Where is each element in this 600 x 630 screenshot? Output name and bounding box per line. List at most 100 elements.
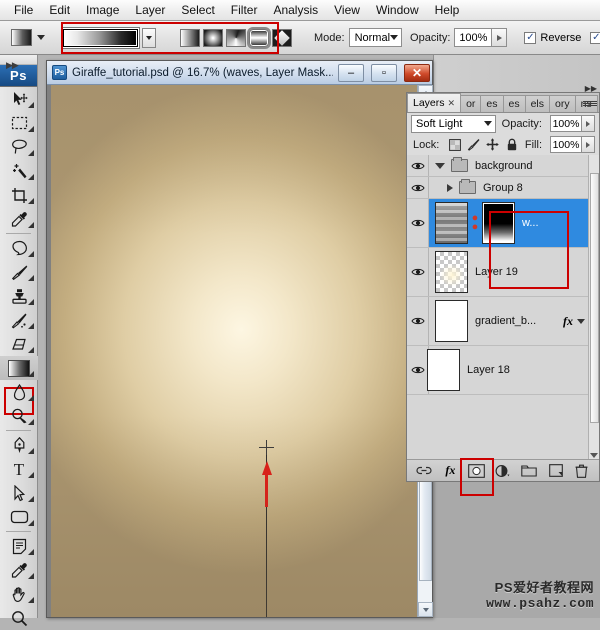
- gradient-type-angle-icon[interactable]: [226, 28, 246, 47]
- panel-menu-icon[interactable]: [583, 96, 597, 110]
- maximize-button[interactable]: ▫: [371, 63, 397, 82]
- tab-color[interactable]: or: [460, 95, 482, 112]
- layer-effects-fx-icon[interactable]: fx: [563, 314, 573, 329]
- layer-visibility-toggle[interactable]: [407, 346, 429, 394]
- tab-paths[interactable]: es: [502, 95, 526, 112]
- crop-tool[interactable]: [0, 183, 38, 207]
- add-layer-mask-button[interactable]: [468, 463, 486, 479]
- dither-checkbox[interactable]: ✓: [590, 31, 600, 44]
- dither-checkbox-group[interactable]: ✓: [590, 31, 600, 44]
- layers-vertical-scrollbar[interactable]: [588, 155, 599, 459]
- blend-mode-select[interactable]: Normal: [348, 28, 403, 47]
- scroll-down-arrow-icon[interactable]: [418, 602, 433, 617]
- document-title-bar[interactable]: Ps Giraffe_tutorial.psd @ 16.7% (waves, …: [47, 61, 432, 85]
- layer-visibility-toggle[interactable]: [407, 155, 429, 176]
- menu-select[interactable]: Select: [173, 1, 222, 19]
- reverse-checkbox[interactable]: ✓: [524, 31, 537, 44]
- layers-scroll-down-arrow-icon[interactable]: [590, 453, 598, 458]
- rectangular-marquee-tool[interactable]: [0, 111, 38, 135]
- healing-brush-tool[interactable]: [0, 236, 38, 260]
- tab-styles[interactable]: es: [480, 95, 504, 112]
- menu-view[interactable]: View: [326, 1, 368, 19]
- lock-all-icon[interactable]: [504, 137, 519, 152]
- gradient-preset-swatch[interactable]: [61, 26, 140, 49]
- brush-tool[interactable]: [0, 260, 38, 284]
- clone-stamp-tool[interactable]: [0, 284, 38, 308]
- layer-name[interactable]: Layer 19: [468, 266, 518, 278]
- layer-name[interactable]: background: [468, 160, 533, 172]
- layer-name[interactable]: Layer 18: [460, 364, 510, 376]
- layer-opacity-input[interactable]: 100%: [550, 115, 582, 132]
- opacity-slider-arrow-icon[interactable]: [492, 28, 508, 47]
- tab-history[interactable]: ory: [549, 95, 576, 112]
- tab-close-icon[interactable]: ✕: [448, 98, 456, 109]
- eyedropper-tool[interactable]: [0, 207, 38, 231]
- gradient-type-linear-icon[interactable]: [180, 28, 200, 47]
- layer-list[interactable]: background Group 8 ● ● w... Layer 19 gra…: [407, 155, 599, 459]
- layer-style-button[interactable]: fx: [442, 463, 459, 479]
- magic-wand-tool[interactable]: [0, 159, 38, 183]
- minimize-button[interactable]: –: [338, 63, 364, 82]
- eraser-tool[interactable]: [0, 332, 38, 356]
- menu-image[interactable]: Image: [78, 1, 127, 19]
- table-row[interactable]: ● ● w...: [407, 199, 599, 248]
- group-disclosure-triangle-icon[interactable]: [447, 183, 453, 192]
- table-row[interactable]: background: [407, 155, 599, 177]
- rectangle-shape-tool[interactable]: [0, 505, 38, 529]
- menu-window[interactable]: Window: [368, 1, 427, 19]
- layer-name[interactable]: w...: [515, 217, 539, 229]
- history-brush-tool[interactable]: [0, 308, 38, 332]
- image-canvas[interactable]: [51, 85, 417, 617]
- layer-thumbnail[interactable]: [435, 202, 468, 244]
- fill-input[interactable]: 100%: [550, 136, 582, 153]
- dodge-tool[interactable]: [0, 404, 38, 428]
- layers-scrollbar-thumb[interactable]: [590, 173, 599, 423]
- current-tool-preview-icon[interactable]: [11, 29, 32, 46]
- move-tool[interactable]: [0, 87, 38, 111]
- link-layers-button[interactable]: [416, 463, 433, 479]
- table-row[interactable]: Group 8: [407, 177, 599, 199]
- lock-position-icon[interactable]: [485, 137, 500, 152]
- mask-link-icon[interactable]: ● ●: [471, 213, 479, 233]
- color-sampler-tool[interactable]: [0, 558, 38, 582]
- layer-blend-mode-select[interactable]: Soft Light: [411, 114, 496, 133]
- gradient-tool[interactable]: [0, 356, 38, 380]
- lasso-tool[interactable]: [0, 135, 38, 159]
- menu-analysis[interactable]: Analysis: [265, 1, 326, 19]
- hand-tool[interactable]: [0, 582, 38, 606]
- tool-preset-chevron-down-icon[interactable]: [37, 35, 45, 40]
- expand-panels-double-chevron-icon[interactable]: ▶▶: [6, 60, 19, 71]
- menu-layer[interactable]: Layer: [127, 1, 173, 19]
- gradient-type-radial-icon[interactable]: [203, 28, 223, 47]
- gradient-picker-chevron-down-icon[interactable]: [142, 27, 156, 48]
- table-row[interactable]: Layer 18: [407, 346, 599, 395]
- layer-visibility-toggle[interactable]: [407, 199, 429, 247]
- layer-thumbnail[interactable]: [435, 300, 468, 342]
- layer-mask-thumbnail[interactable]: [482, 202, 515, 244]
- tab-channels[interactable]: els: [524, 95, 551, 112]
- gradient-type-diamond-icon[interactable]: [272, 28, 292, 47]
- pen-tool[interactable]: [0, 433, 38, 457]
- close-button[interactable]: ✕: [404, 63, 430, 82]
- layer-name[interactable]: Group 8: [476, 182, 523, 194]
- layer-visibility-toggle[interactable]: [407, 177, 429, 198]
- path-selection-tool[interactable]: [0, 481, 38, 505]
- menu-help[interactable]: Help: [427, 1, 468, 19]
- new-adjustment-layer-button[interactable]: [494, 463, 511, 479]
- layer-thumbnail[interactable]: [427, 349, 460, 391]
- new-group-button[interactable]: [521, 463, 538, 479]
- gradient-type-reflected-icon[interactable]: [247, 26, 271, 49]
- panel-collapse-chevron-icon[interactable]: ▶▶: [585, 84, 597, 93]
- zoom-tool[interactable]: [0, 606, 38, 630]
- table-row[interactable]: gradient_b... fx: [407, 297, 599, 346]
- canvas-viewport[interactable]: [47, 85, 432, 617]
- menu-file[interactable]: File: [6, 1, 41, 19]
- note-tool[interactable]: [0, 534, 38, 558]
- opacity-input[interactable]: 100%: [454, 28, 493, 47]
- layer-name[interactable]: gradient_b...: [468, 315, 563, 327]
- layer-visibility-toggle[interactable]: [407, 297, 429, 345]
- reverse-checkbox-group[interactable]: ✓ Reverse: [524, 31, 581, 44]
- layer-thumbnail[interactable]: [435, 251, 468, 293]
- fill-slider-arrow-icon[interactable]: [582, 136, 595, 153]
- menu-edit[interactable]: Edit: [41, 1, 78, 19]
